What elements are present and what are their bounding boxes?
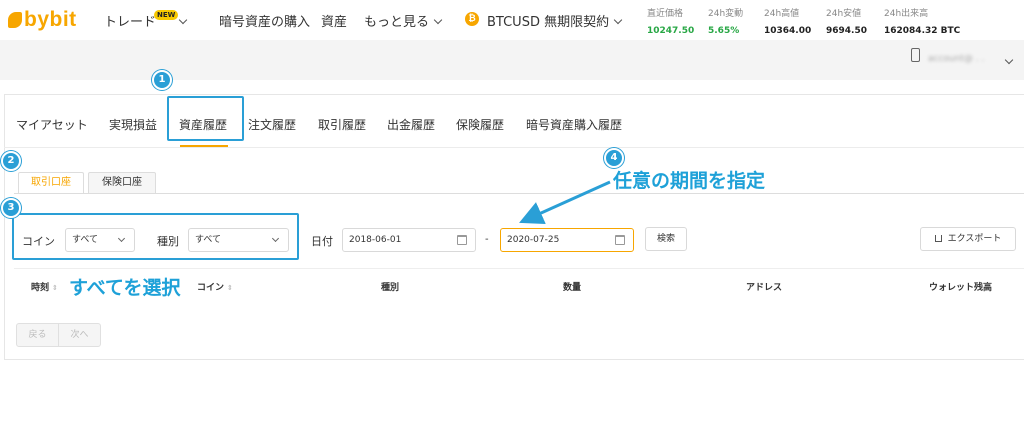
annotation-arrow: [519, 180, 611, 225]
